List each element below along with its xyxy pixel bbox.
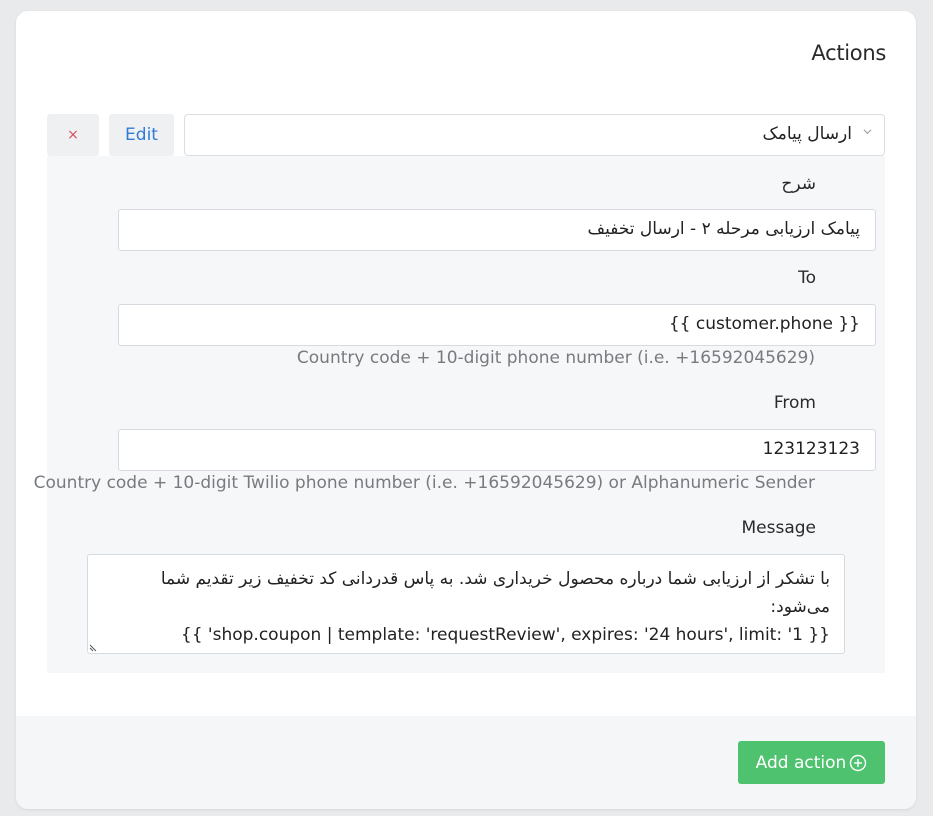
section-title: Actions: [811, 41, 886, 65]
to-help-text: Country code + 10-digit phone number (i.…: [296, 348, 815, 368]
delete-action-button[interactable]: ×: [47, 114, 99, 156]
add-action-label: Add action: [755, 752, 847, 773]
chevron-down-icon: [863, 129, 872, 135]
to-input-value: {{ customer.phone }}: [668, 314, 860, 334]
to-input[interactable]: {{ customer.phone }}: [118, 304, 876, 346]
action-type-select[interactable]: ارسال پیامک: [184, 114, 885, 156]
message-line-1: با تشکر از ارزیابی شما درباره محصول خرید…: [160, 569, 830, 589]
message-line-2: می‌شود:: [770, 597, 830, 617]
from-label: From: [773, 393, 816, 413]
edit-action-button[interactable]: Edit: [109, 114, 174, 156]
message-text: با تشکر از ارزیابی شما درباره محصول خرید…: [140, 565, 830, 649]
close-icon: ×: [67, 127, 79, 143]
message-label: Message: [741, 518, 816, 538]
actions-card: Actions × Edit ارسال پیامک شرح پیامک ارز…: [16, 11, 916, 809]
description-input-value: پیامک ارزیابی مرحله ۲ - ارسال تخفیف: [587, 219, 861, 239]
from-help-text: Country code + 10-digit Twilio phone num…: [33, 473, 815, 493]
add-action-button[interactable]: Add action: [738, 741, 885, 784]
resize-handle-icon[interactable]: [89, 642, 99, 652]
to-label: To: [798, 268, 816, 288]
action-type-value: ارسال پیامک: [762, 124, 852, 144]
description-label: شرح: [781, 174, 816, 194]
description-input[interactable]: پیامک ارزیابی مرحله ۲ - ارسال تخفیف: [118, 209, 876, 251]
message-line-3: {{ 'shop.coupon | template: 'requestRevi…: [180, 625, 830, 645]
plus-circle-icon: [850, 754, 867, 771]
message-textarea[interactable]: با تشکر از ارزیابی شما درباره محصول خرید…: [87, 554, 845, 654]
from-input[interactable]: 123123123: [118, 429, 876, 471]
from-input-value: 123123123: [762, 439, 860, 459]
